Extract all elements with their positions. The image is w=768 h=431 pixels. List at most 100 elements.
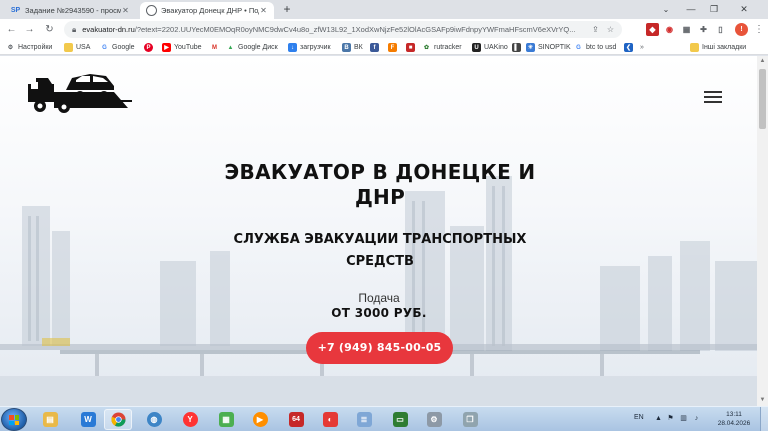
maximize-button[interactable]: ❐	[703, 0, 725, 19]
bookmark-settings[interactable]: ⚙ Настройки	[6, 41, 53, 54]
scroll-down-icon[interactable]: ▼	[757, 395, 768, 406]
bookmark-facebook[interactable]: f	[370, 41, 382, 54]
bookmark-gmail[interactable]: M	[210, 41, 222, 54]
browser-toolbar: ← → ↻ 🔒︎ evakuator-dn.ru/?etext=2202.UUY…	[0, 19, 768, 40]
pinterest-icon: P	[144, 43, 153, 52]
download-icon: ↓	[288, 43, 297, 52]
wise-icon[interactable]: W	[74, 409, 102, 430]
call-phone-button[interactable]: +7 (949) 845-00-05	[306, 332, 453, 364]
tab-evakuator[interactable]: Эвакуатор Донецк ДНР • Пода ✕	[140, 2, 274, 19]
sp-favicon-icon: SP	[10, 7, 21, 14]
url-text: evakuator-dn.ru/?etext=2202.UUYecM0EMOqR…	[82, 25, 576, 34]
media-player-icon[interactable]: ▶	[246, 409, 274, 430]
minimize-button[interactable]: —	[680, 0, 702, 19]
page-title: ЭВАКУАТОР В ДОНЕЦКЕ И ДНР	[224, 160, 536, 209]
bookmark-youtube[interactable]: ▶ YouTube	[162, 41, 202, 54]
window-icon[interactable]: ❐	[456, 409, 484, 430]
bookmark-orange-icon: F	[388, 43, 397, 52]
bookmarks-overflow-icon[interactable]: »	[640, 41, 644, 54]
facebook-icon: f	[370, 43, 379, 52]
profile-avatar[interactable]: !	[735, 23, 748, 36]
extension-red-icon[interactable]: ◉	[663, 23, 676, 36]
new-tab-button[interactable]: +	[280, 3, 294, 17]
show-desktop-button[interactable]	[760, 407, 768, 431]
tab-strip: SP Задание №2943590 - просмотр ✕ Эвакуат…	[0, 0, 768, 19]
bookmark-pinterest[interactable]: P	[144, 41, 156, 54]
paint-icon[interactable]: ◐	[316, 409, 344, 430]
address-bar[interactable]: 🔒︎ evakuator-dn.ru/?etext=2202.UUYecM0EM…	[64, 21, 622, 38]
scroll-thumb[interactable]	[759, 69, 766, 129]
bookmark-red[interactable]: ■	[406, 41, 418, 54]
gmail-icon: M	[212, 44, 217, 51]
monitor-icon[interactable]: ▭	[386, 409, 414, 430]
flag-icon[interactable]: ⚑	[666, 414, 675, 423]
globe-icon	[146, 5, 157, 16]
side-panel-icon[interactable]: ▯	[714, 23, 727, 36]
bookmark-dark-icon: ▌	[512, 43, 521, 52]
extension-grid-icon[interactable]: ▦	[680, 23, 693, 36]
tab-search-icon[interactable]: ⌄	[660, 4, 672, 16]
ultravnc-icon[interactable]: ▦	[212, 409, 240, 430]
bookmark-rutracker[interactable]: ✿ rutracker	[422, 41, 462, 54]
reload-button[interactable]: ↻	[42, 22, 57, 37]
extension-shield-icon[interactable]: ◆	[646, 23, 659, 36]
share-icon[interactable]: ⇪	[592, 25, 599, 34]
rutracker-icon: ✿	[423, 45, 430, 51]
bookmark-usa[interactable]: USA	[64, 41, 90, 54]
bookmark-orange[interactable]: F	[388, 41, 400, 54]
close-icon[interactable]: ✕	[259, 6, 268, 15]
youtube-icon: ▶	[162, 43, 171, 52]
start-button[interactable]	[1, 408, 27, 431]
google-icon: G	[576, 44, 581, 51]
sinoptik-icon: ☀	[526, 43, 535, 52]
bookmark-uakino[interactable]: U UAKino	[472, 41, 508, 54]
bookmark-other-folder[interactable]: Інші закладки	[690, 41, 746, 54]
scroll-up-icon[interactable]: ▲	[757, 56, 768, 67]
extensions-puzzle-icon[interactable]: ✚	[697, 23, 710, 36]
bookmark-vk[interactable]: В ВК	[342, 41, 363, 54]
bookmark-red-icon: ■	[406, 43, 415, 52]
yandex-icon[interactable]: Y	[176, 409, 204, 430]
menu-kebab-icon[interactable]: ⋮	[754, 22, 764, 37]
network-icon[interactable]: ◍	[140, 409, 168, 430]
forward-button[interactable]: →	[22, 22, 37, 37]
folder-icon	[64, 43, 73, 52]
tow-truck-logo[interactable]	[28, 70, 132, 114]
chrome-icon[interactable]	[104, 409, 132, 430]
aida64-icon[interactable]: 64	[282, 409, 310, 430]
bookmark-google[interactable]: G Google	[100, 41, 134, 54]
notepad-icon[interactable]: ≣	[350, 409, 378, 430]
language-indicator[interactable]: EN	[634, 414, 644, 421]
bookmark-google-drive[interactable]: ▲ Google Диск	[226, 41, 278, 54]
bookmark-blue[interactable]: ❮	[624, 41, 636, 54]
volume-icon[interactable]: ♪	[692, 414, 701, 423]
menu-hamburger-icon[interactable]	[704, 91, 722, 103]
settings-icon[interactable]: ⚙	[420, 409, 448, 430]
bookmark-downloader[interactable]: ↓ загрузчик	[288, 41, 331, 54]
explorer-icon[interactable]: ▤	[36, 409, 64, 430]
supply-label: Подача	[358, 291, 400, 305]
vk-icon: В	[342, 43, 351, 52]
windows-logo-icon	[9, 415, 19, 425]
uakino-icon: U	[472, 43, 481, 52]
page-scrollbar[interactable]: ▲ ▼	[757, 56, 768, 406]
tab-title: Эвакуатор Донецк ДНР • Пода	[161, 6, 259, 15]
bookmarks-bar: ⚙ Настройки USA G Google P ▶ YouTube M ▲ Goo…	[0, 40, 768, 55]
bookmark-dark[interactable]: ▌	[512, 41, 524, 54]
close-icon[interactable]: ✕	[121, 6, 130, 15]
back-button[interactable]: ←	[4, 22, 19, 37]
star-icon[interactable]: ☆	[607, 25, 614, 34]
close-window-button[interactable]: ✕	[733, 0, 755, 19]
tab-task[interactable]: SP Задание №2943590 - просмотр ✕	[4, 2, 136, 19]
bookmark-sinoptik[interactable]: ☀ SINOPTIK	[526, 41, 571, 54]
tray-expand-icon[interactable]: ▲	[654, 414, 663, 423]
network-status-icon[interactable]: ▥	[679, 414, 688, 423]
page-subtitle: СЛУЖБА ЭВАКУАЦИИ ТРАНСПОРТНЫХ СРЕДСТВ	[233, 232, 527, 269]
bookmark-btc-to-usd[interactable]: Gbtc to usd	[574, 41, 616, 54]
folder-icon	[690, 43, 699, 52]
tab-title: Задание №2943590 - просмотр	[25, 6, 121, 15]
gear-icon: ⚙	[7, 45, 14, 51]
price-text: ОТ 3000 РУБ.	[331, 306, 427, 320]
lock-icon[interactable]: 🔒︎	[72, 25, 76, 35]
system-clock[interactable]: 13:11 28.04.2026	[714, 410, 754, 428]
